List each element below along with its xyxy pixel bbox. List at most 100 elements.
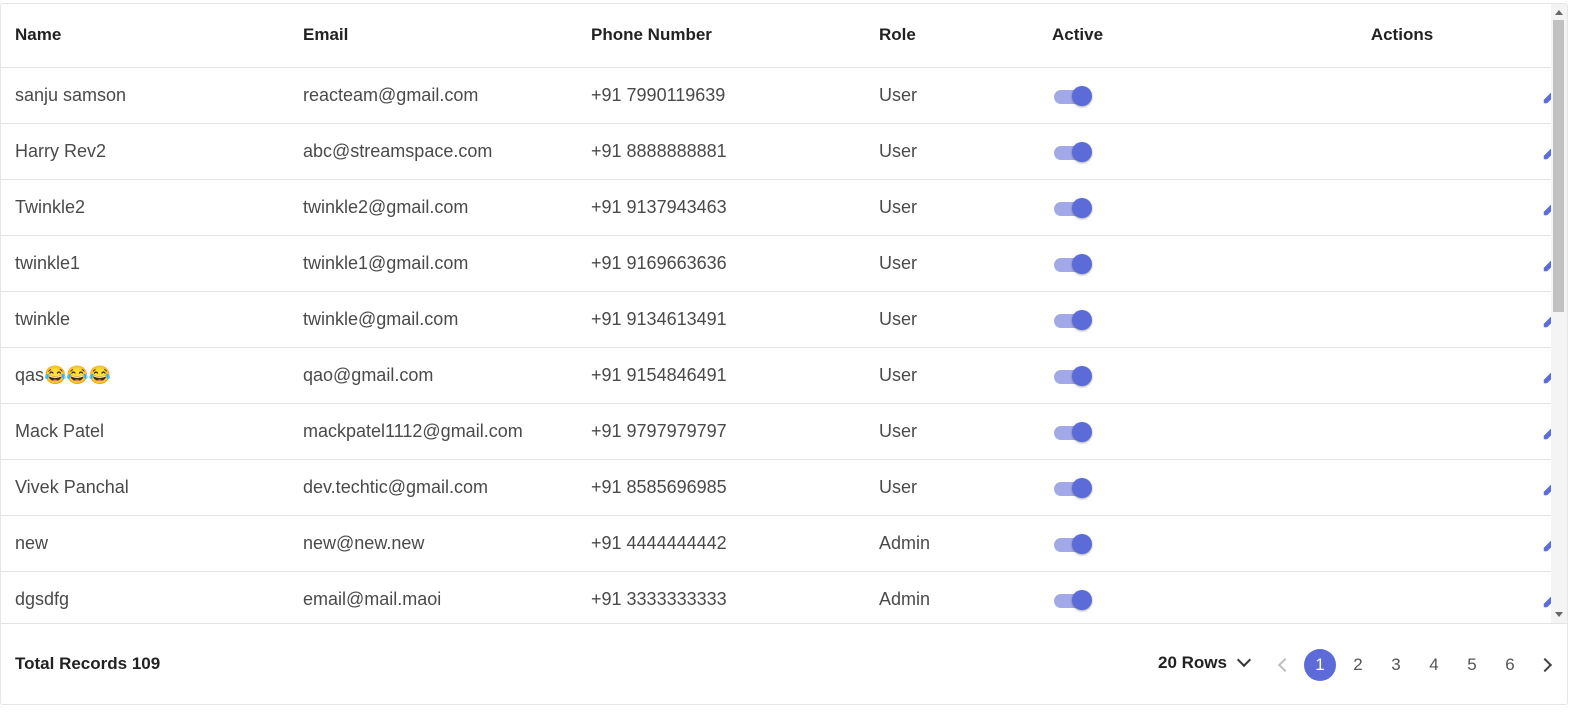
table-row: Harry Rev2 abc@streamspace.com +91 8888888… — [1, 123, 1552, 180]
active-toggle[interactable] — [1054, 308, 1092, 331]
row-actions — [1252, 416, 1552, 446]
page-button-3[interactable]: 3 — [1380, 649, 1412, 681]
table-row: Twinkle2 twinkle2@gmail.com +91 9137943463… — [1, 179, 1552, 236]
column-header-actions: Actions — [1252, 4, 1552, 68]
table-row: new new@new.new +91 4444444442 Admin — [1, 515, 1552, 572]
page-button-6[interactable]: 6 — [1494, 649, 1526, 681]
cell-name: sanju samson — [1, 67, 289, 124]
vertical-scrollbar[interactable] — [1551, 4, 1567, 623]
cell-actions — [1252, 123, 1552, 180]
active-toggle[interactable] — [1054, 420, 1092, 443]
cell-email: new@new.new — [289, 515, 577, 572]
cell-role: User — [865, 347, 1052, 404]
cell-phone: +91 9797979797 — [577, 403, 865, 460]
page-button-4[interactable]: 4 — [1418, 649, 1450, 681]
scroll-up-arrow-icon[interactable] — [1555, 10, 1563, 15]
active-toggle[interactable] — [1054, 476, 1092, 499]
users-table-card: Name Email Phone Number Role Active Acti… — [0, 3, 1568, 705]
cell-actions — [1252, 571, 1552, 623]
cell-role: User — [865, 67, 1052, 124]
cell-email: email@mail.maoi — [289, 571, 577, 623]
active-toggle[interactable] — [1054, 364, 1092, 387]
cell-phone: +91 3333333333 — [577, 571, 865, 623]
toggle-knob — [1072, 86, 1092, 107]
scrollbar-thumb[interactable] — [1553, 20, 1564, 312]
cell-role: Admin — [865, 571, 1052, 623]
cell-phone: +91 4444444442 — [577, 515, 865, 572]
cell-role: User — [865, 123, 1052, 180]
cell-phone: +91 9137943463 — [577, 179, 865, 236]
toggle-knob — [1072, 198, 1092, 219]
chevron-left-icon — [1277, 657, 1293, 673]
cell-role: User — [865, 235, 1052, 292]
active-toggle[interactable] — [1054, 140, 1092, 163]
cell-phone: +91 8585696985 — [577, 459, 865, 516]
active-toggle[interactable] — [1054, 252, 1092, 275]
toggle-knob — [1072, 422, 1092, 443]
table-row: sanju samson reacteam@gmail.com +91 799011… — [1, 67, 1552, 124]
table-footer: Total Records 109 20 Rows 123456 — [1, 623, 1567, 704]
cell-active — [1052, 67, 1252, 124]
toggle-knob — [1072, 590, 1092, 611]
column-header-name: Name — [1, 4, 289, 68]
cell-name: twinkle — [1, 291, 289, 348]
active-toggle[interactable] — [1054, 84, 1092, 107]
cell-email: twinkle2@gmail.com — [289, 179, 577, 236]
row-actions — [1252, 192, 1552, 222]
cell-name: dgsdfg — [1, 571, 289, 623]
table-body: sanju samson reacteam@gmail.com +91 799011… — [1, 67, 1552, 623]
page-button-5[interactable]: 5 — [1456, 649, 1488, 681]
column-header-email: Email — [289, 4, 577, 68]
active-toggle[interactable] — [1054, 196, 1092, 219]
row-actions — [1252, 360, 1552, 390]
row-actions — [1252, 248, 1552, 278]
cell-phone: +91 7990119639 — [577, 67, 865, 124]
column-header-role: Role — [865, 4, 1052, 68]
chevron-down-icon — [1236, 652, 1252, 668]
active-toggle[interactable] — [1054, 532, 1092, 555]
cell-role: User — [865, 459, 1052, 516]
page-button-2[interactable]: 2 — [1342, 649, 1374, 681]
row-actions — [1252, 472, 1552, 502]
cell-actions — [1252, 403, 1552, 460]
cell-role: User — [865, 403, 1052, 460]
active-toggle[interactable] — [1054, 588, 1092, 611]
cell-actions — [1252, 235, 1552, 292]
cell-actions — [1252, 291, 1552, 348]
scroll-down-arrow-icon[interactable] — [1555, 612, 1563, 617]
previous-page-button[interactable] — [1269, 649, 1301, 681]
row-actions — [1252, 528, 1552, 558]
cell-email: twinkle1@gmail.com — [289, 235, 577, 292]
cell-email: reacteam@gmail.com — [289, 67, 577, 124]
table-row: qas😂😂😂 qao@gmail.com +91 9154846491 User — [1, 347, 1552, 404]
cell-active — [1052, 179, 1252, 236]
chevron-right-icon — [1537, 657, 1553, 673]
cell-phone: +91 8888888881 — [577, 123, 865, 180]
table-row: dgsdfg email@mail.maoi +91 3333333333 Admin — [1, 571, 1552, 623]
page-button-1[interactable]: 1 — [1304, 649, 1336, 681]
next-page-button[interactable] — [1529, 649, 1561, 681]
cell-active — [1052, 123, 1252, 180]
table-header-row: Name Email Phone Number Role Active Acti… — [1, 4, 1552, 68]
table-row: twinkle twinkle@gmail.com +91 9134613491 Us… — [1, 291, 1552, 348]
cell-role: Admin — [865, 515, 1052, 572]
cell-actions — [1252, 67, 1552, 124]
users-table: Name Email Phone Number Role Active Acti… — [1, 4, 1552, 623]
toggle-knob — [1072, 534, 1092, 555]
cell-actions — [1252, 459, 1552, 516]
cell-active — [1052, 459, 1252, 516]
column-header-active: Active — [1052, 4, 1252, 68]
row-actions — [1252, 80, 1552, 110]
cell-actions — [1252, 515, 1552, 572]
cell-name: Harry Rev2 — [1, 123, 289, 180]
cell-name: twinkle1 — [1, 235, 289, 292]
cell-name: Twinkle2 — [1, 179, 289, 236]
cell-active — [1052, 347, 1252, 404]
cell-actions — [1252, 179, 1552, 236]
cell-active — [1052, 515, 1252, 572]
row-actions — [1252, 136, 1552, 166]
cell-phone: +91 9169663636 — [577, 235, 865, 292]
cell-active — [1052, 291, 1252, 348]
toggle-knob — [1072, 142, 1092, 163]
rows-per-page-select[interactable]: 20 Rows — [1158, 652, 1252, 673]
